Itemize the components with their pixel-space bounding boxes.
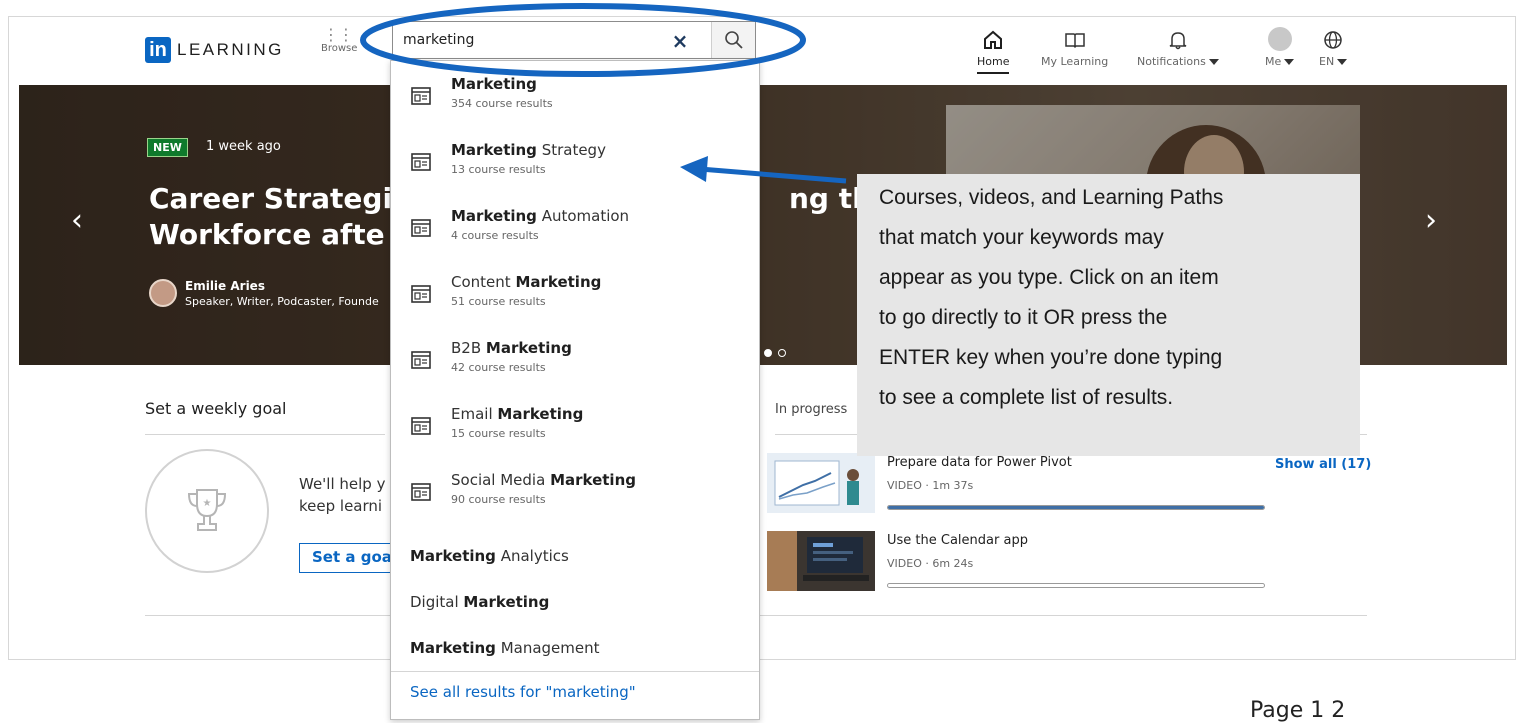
author-name: Emilie Aries [185, 279, 265, 293]
nav-my-learning[interactable]: My Learning [1041, 23, 1108, 68]
search-suggestion-keyword[interactable]: Marketing Analytics [410, 547, 569, 565]
search-suggestion-course[interactable]: Email Marketing 15 course results [391, 397, 759, 457]
course-thumbnail [767, 453, 875, 513]
globe-icon [1324, 31, 1342, 49]
search-suggestion-course[interactable]: Marketing Strategy 13 course results [391, 133, 759, 193]
search-suggestions-dropdown: Marketing 354 course results Marketing Str… [390, 60, 760, 720]
tab-in-progress[interactable]: In progress [775, 402, 847, 417]
trophy-icon: ★ [187, 489, 227, 531]
suggestion-title: B2B Marketing [451, 339, 572, 357]
course-title: Use the Calendar app [887, 533, 1028, 548]
suggestion-title: Content Marketing [451, 273, 602, 291]
nav-language[interactable]: EN [1319, 23, 1348, 68]
chevron-down-icon [1208, 59, 1219, 65]
search-suggestion-course[interactable]: Marketing 354 course results [391, 67, 759, 127]
suggestion-title: Marketing [451, 75, 537, 93]
course-icon [411, 351, 431, 369]
suggestion-title: Marketing Strategy [451, 141, 606, 159]
bell-icon [1169, 32, 1187, 50]
course-progress-bar [887, 583, 1265, 588]
home-icon [984, 30, 1003, 49]
carousel-dot-active[interactable] [764, 349, 772, 357]
browse-button[interactable]: ⋮⋮ Browse [321, 25, 358, 55]
suggestion-count: 4 course results [451, 229, 539, 242]
set-goal-button[interactable]: Set a goa [299, 543, 395, 573]
search-box[interactable]: marketing × [392, 21, 756, 59]
suggestion-count: 354 course results [451, 97, 553, 110]
instruction-callout: Courses, videos, and Learning Paths that… [857, 174, 1360, 456]
grid-icon: ⋮⋮ [323, 25, 354, 44]
search-button[interactable] [711, 22, 755, 58]
nav-notifications[interactable]: Notifications [1137, 23, 1219, 68]
carousel-dots [764, 349, 804, 359]
nav-language-label: EN [1319, 55, 1335, 68]
page-label: Page 1 2 [1250, 698, 1346, 723]
chevron-down-icon [1337, 59, 1348, 65]
chevron-right-icon[interactable]: › [1425, 203, 1437, 238]
suggestion-count: 13 course results [451, 163, 546, 176]
search-icon [724, 31, 743, 49]
course-title: Prepare data for Power Pivot [887, 455, 1072, 470]
goal-progress-circle: ★ [145, 449, 269, 573]
chevron-down-icon [1284, 59, 1295, 65]
book-icon [1064, 33, 1085, 49]
suggestion-count: 15 course results [451, 427, 546, 440]
course-progress-bar [887, 505, 1265, 510]
author-avatar [149, 279, 177, 307]
search-suggestion-course[interactable]: B2B Marketing 42 course results [391, 331, 759, 391]
svg-text:★: ★ [203, 498, 212, 509]
divider [391, 671, 759, 672]
search-suggestion-keyword[interactable]: Digital Marketing [410, 593, 549, 611]
nav-home-label: Home [977, 55, 1010, 74]
course-icon [411, 417, 431, 435]
goal-description: We'll help y keep learni [299, 475, 386, 515]
learning-wordmark: LEARNING [177, 40, 284, 59]
course-icon [411, 87, 431, 105]
suggestion-title: Marketing Automation [451, 207, 630, 225]
course-item[interactable]: Use the Calendar app VIDEO · 6m 24s [767, 531, 1367, 595]
search-suggestion-course[interactable]: Marketing Automation 4 course results [391, 199, 759, 259]
course-meta: VIDEO · 1m 37s [887, 479, 974, 492]
nav-home[interactable]: Home [977, 23, 1010, 74]
avatar [1267, 27, 1292, 51]
suggestion-title: Social Media Marketing [451, 471, 636, 489]
chevron-left-icon[interactable]: ‹ [71, 203, 83, 238]
divider [145, 434, 385, 435]
hero-posted-time: 1 week ago [206, 139, 281, 154]
suggestion-count: 51 course results [451, 295, 546, 308]
suggestion-title: Email Marketing [451, 405, 584, 423]
course-icon [411, 285, 431, 303]
see-all-results-link[interactable]: See all results for "marketing" [410, 683, 636, 701]
clear-search-icon[interactable]: × [668, 29, 692, 53]
suggestion-count: 42 course results [451, 361, 546, 374]
suggestion-count: 90 course results [451, 493, 546, 506]
weekly-goal-heading: Set a weekly goal [145, 399, 287, 418]
nav-notifications-label: Notifications [1137, 55, 1206, 68]
course-thumbnail [767, 531, 875, 591]
nav-my-learning-label: My Learning [1041, 55, 1109, 68]
author-role: Speaker, Writer, Podcaster, Founde [185, 295, 379, 308]
browser-frame: in LEARNING ⋮⋮ Browse marketing × Home M… [8, 16, 1516, 660]
nav-me-label: Me [1265, 55, 1282, 68]
search-input[interactable]: marketing [403, 32, 474, 48]
browse-label: Browse [321, 43, 358, 54]
new-badge: NEW [147, 138, 188, 157]
course-meta: VIDEO · 6m 24s [887, 557, 974, 570]
carousel-dot[interactable] [778, 349, 786, 357]
nav-me[interactable]: Me [1265, 23, 1295, 68]
linkedin-learning-logo[interactable]: in LEARNING [145, 37, 284, 63]
course-icon [411, 153, 431, 171]
search-suggestion-keyword[interactable]: Marketing Management [410, 639, 600, 657]
course-item[interactable]: Prepare data for Power Pivot VIDEO · 1m … [767, 453, 1367, 517]
top-navigation: in LEARNING ⋮⋮ Browse marketing × Home M… [9, 17, 1515, 85]
search-suggestion-course[interactable]: Content Marketing 51 course results [391, 265, 759, 325]
search-suggestion-course[interactable]: Social Media Marketing 90 course results [391, 463, 759, 523]
course-icon [411, 219, 431, 237]
linkedin-logo-mark: in [145, 37, 171, 63]
course-icon [411, 483, 431, 501]
